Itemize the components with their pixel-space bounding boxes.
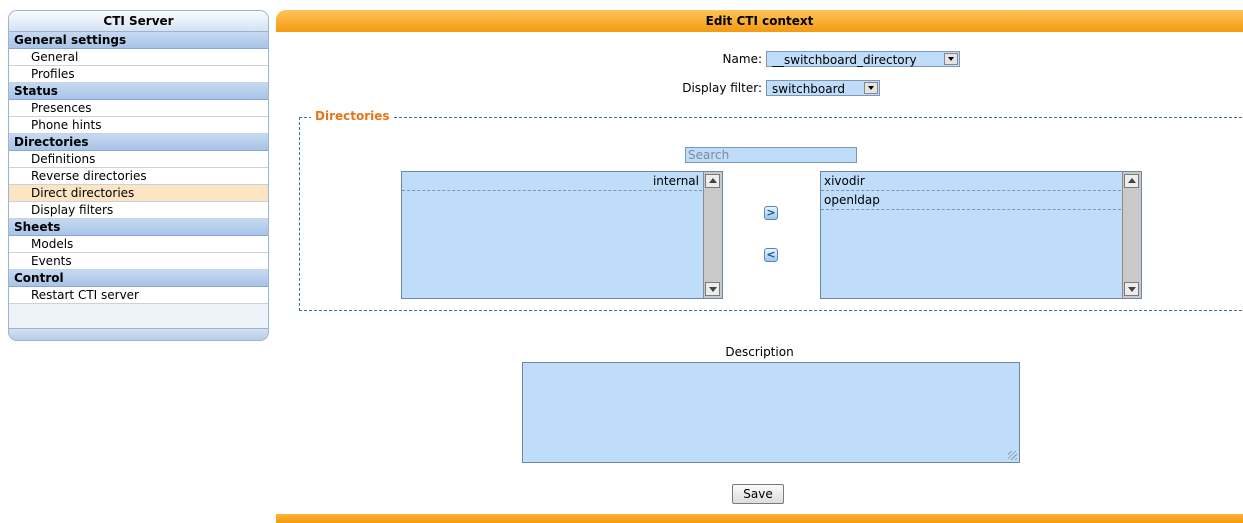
description-label: Description — [725, 345, 794, 359]
search-input[interactable]: Search — [685, 147, 857, 163]
sidebar-item-display-filters[interactable]: Display filters — [9, 202, 268, 219]
list-item[interactable]: openldap — [821, 191, 1121, 210]
scrollbar[interactable] — [1122, 172, 1141, 298]
name-select-value: __switchboard_directory — [772, 53, 917, 67]
sidebar-item-events[interactable]: Events — [9, 253, 268, 270]
resize-grip-icon[interactable] — [1008, 451, 1017, 460]
list-item[interactable]: xivodir — [821, 172, 1121, 191]
display-filter-label: Display filter: — [682, 81, 762, 95]
sidebar-item-models[interactable]: Models — [9, 236, 268, 253]
directories-legend: Directories — [311, 109, 394, 123]
chevron-down-icon[interactable] — [944, 53, 958, 65]
sidebar-section-sheets: Sheets — [9, 219, 268, 236]
scroll-down-icon[interactable] — [1124, 282, 1139, 296]
main-footer-bar — [276, 514, 1243, 523]
scroll-down-icon[interactable] — [705, 282, 720, 296]
save-button[interactable]: Save — [732, 484, 784, 504]
sidebar-title: CTI Server — [9, 11, 268, 32]
sidebar-footer — [9, 328, 268, 340]
sidebar-section-status: Status — [9, 83, 268, 100]
sidebar-item-profiles[interactable]: Profiles — [9, 66, 268, 83]
available-directories-list[interactable]: internal — [401, 171, 723, 299]
move-left-button[interactable]: < — [764, 248, 778, 262]
chevron-down-icon[interactable] — [864, 82, 878, 94]
description-textarea[interactable] — [522, 362, 1020, 463]
display-filter-select[interactable]: switchboard — [766, 80, 880, 96]
main-panel: Edit CTI context Name: __switchboard_dir… — [276, 10, 1243, 523]
name-select[interactable]: __switchboard_directory — [766, 51, 960, 67]
sidebar-item-reverse-directories[interactable]: Reverse directories — [9, 168, 268, 185]
sidebar-section-directories: Directories — [9, 134, 268, 151]
sidebar-item-restart-cti-server[interactable]: Restart CTI server — [9, 287, 268, 304]
sidebar-section-control: Control — [9, 270, 268, 287]
page-title: Edit CTI context — [276, 10, 1243, 32]
name-label: Name: — [722, 52, 762, 66]
sidebar-item-definitions[interactable]: Definitions — [9, 151, 268, 168]
scrollbar[interactable] — [703, 172, 722, 298]
list-item[interactable]: internal — [402, 172, 702, 191]
scroll-up-icon[interactable] — [705, 174, 720, 188]
move-right-button[interactable]: > — [764, 206, 778, 220]
sidebar-item-phone-hints[interactable]: Phone hints — [9, 117, 268, 134]
sidebar-item-general[interactable]: General — [9, 49, 268, 66]
sidebar-item-presences[interactable]: Presences — [9, 100, 268, 117]
display-filter-value: switchboard — [772, 82, 845, 96]
scroll-up-icon[interactable] — [1124, 174, 1139, 188]
sidebar: CTI Server General settings General Prof… — [8, 10, 269, 341]
sidebar-item-direct-directories[interactable]: Direct directories — [9, 185, 268, 202]
selected-directories-list[interactable]: xivodir openldap — [820, 171, 1142, 299]
sidebar-section-general-settings: General settings — [9, 32, 268, 49]
